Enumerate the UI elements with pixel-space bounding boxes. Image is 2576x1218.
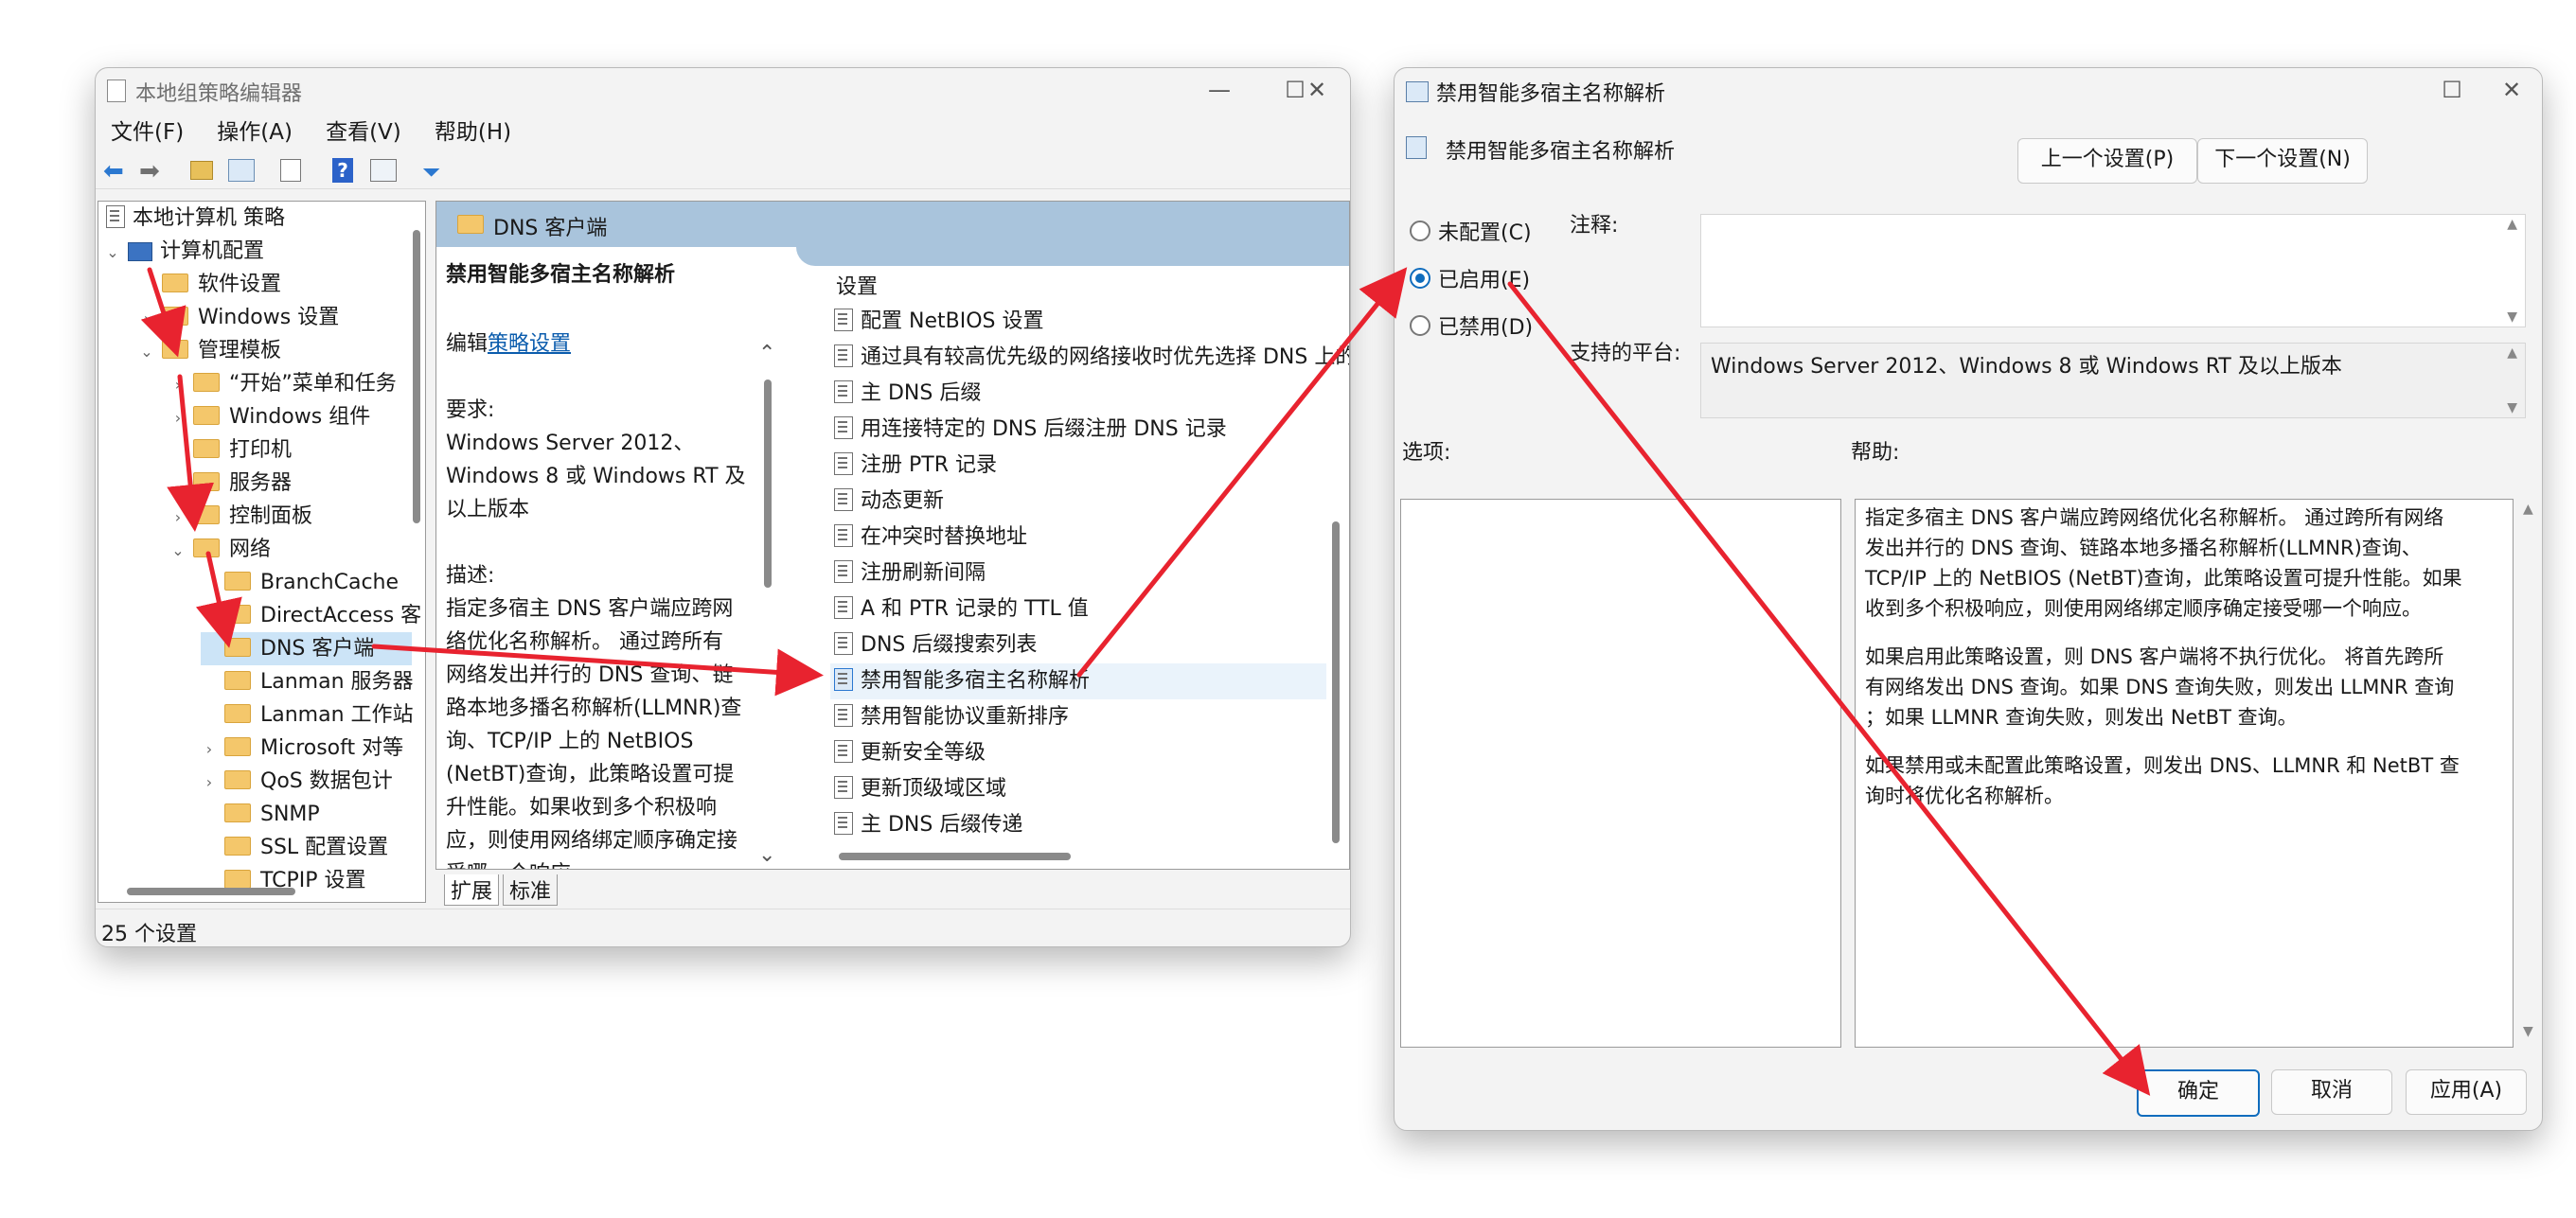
arrow-to-network (167, 374, 215, 532)
arrow-to-ok (1507, 281, 2151, 1096)
arrow-to-enabled (1076, 267, 1408, 678)
arrow-to-admin-templates (140, 267, 187, 358)
arrow-to-dns-client (195, 551, 242, 648)
arrow-to-setting (371, 644, 824, 697)
annotation-arrows (140, 267, 2151, 1096)
